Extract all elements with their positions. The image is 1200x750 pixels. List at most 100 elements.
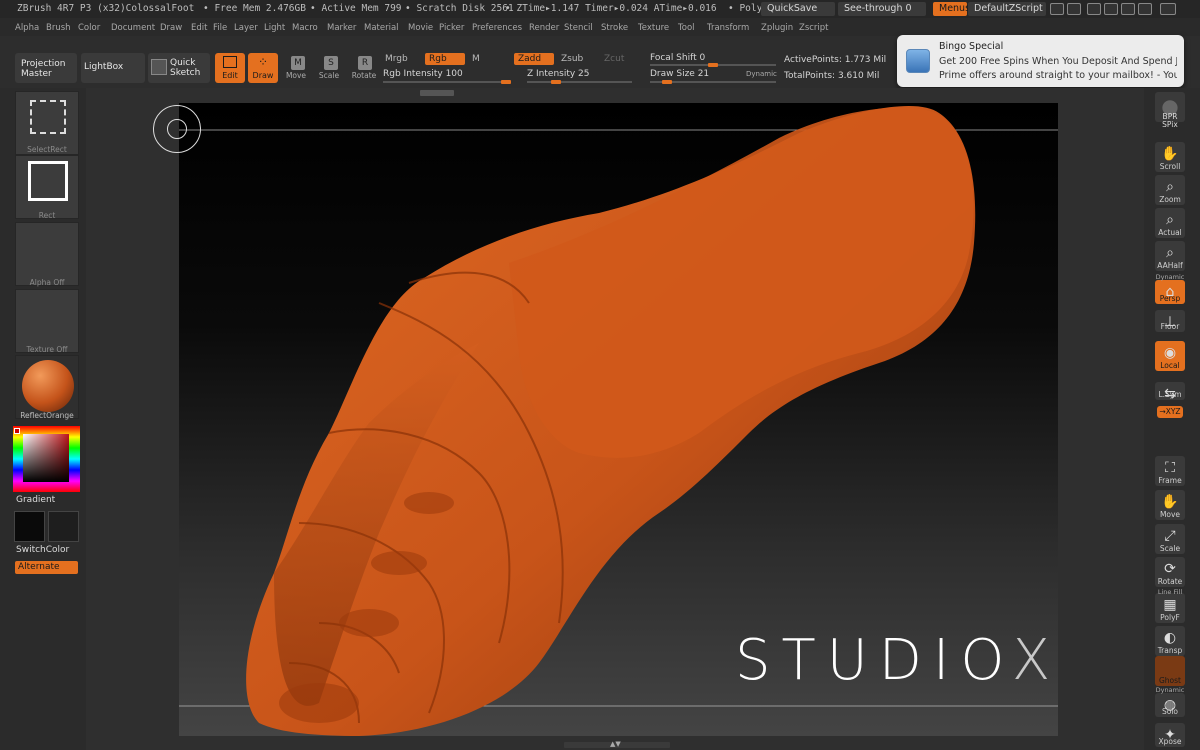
menu-preferences[interactable]: Preferences — [472, 23, 522, 33]
menus-button[interactable]: Menus — [933, 2, 970, 16]
move-button[interactable]: M Move — [282, 53, 310, 83]
quick-sketch-button[interactable]: Quick Sketch — [148, 53, 210, 83]
window-icon[interactable] — [1087, 3, 1101, 15]
menu-light[interactable]: Light — [264, 23, 285, 33]
zcut-toggle[interactable]: Zcut — [600, 53, 628, 65]
see-through-slider[interactable]: See-through 0 — [838, 2, 926, 16]
secondary-color-swatch[interactable] — [48, 511, 79, 542]
menu-zplugin[interactable]: Zplugin — [761, 23, 793, 33]
switchcolor-button[interactable]: SwitchColor — [16, 545, 69, 555]
timer-readout: • ZTime▸1.147 Timer▸0.024 ATime▸0.016 — [505, 3, 717, 14]
rect-stroke[interactable] — [15, 155, 79, 219]
canvas[interactable]: STUDIOX — [179, 103, 1058, 736]
menu-stroke[interactable]: Stroke — [601, 23, 628, 33]
zsub-toggle[interactable]: Zsub — [557, 53, 587, 65]
lsym-label: L.Sym — [1158, 390, 1182, 399]
menu-stencil[interactable]: Stencil — [564, 23, 593, 33]
main-color-swatch[interactable] — [14, 511, 45, 542]
notification-line-1: Get 200 Free Spins When You Deposit And … — [939, 56, 1177, 67]
focal-shift-knob[interactable] — [708, 63, 718, 67]
actual-label: Actual — [1158, 228, 1182, 237]
left-shelf: SelectRect Rect Alpha Off Texture Off Re… — [0, 88, 86, 750]
rotate-label: Rotate — [1157, 577, 1183, 586]
document-viewport[interactable]: STUDIOX ▲▼ — [86, 88, 1144, 750]
material-picker[interactable] — [15, 355, 79, 419]
rect-label: Rect — [38, 211, 56, 220]
edit-button[interactable]: Edit — [215, 53, 245, 83]
draw-size-knob[interactable] — [662, 80, 672, 84]
menu-tool[interactable]: Tool — [678, 23, 695, 33]
arrows-icon-2[interactable] — [1067, 3, 1081, 15]
scroll-label: Scroll — [1159, 162, 1181, 171]
rgb-toggle[interactable]: Rgb — [425, 53, 465, 65]
scroll-handle[interactable] — [420, 90, 454, 96]
material-label: ReflectOrange — [20, 411, 74, 420]
focal-shift-slider[interactable] — [650, 63, 776, 67]
alpha-picker[interactable] — [15, 222, 79, 286]
sketch-icon — [151, 59, 167, 75]
zbrush-window: ZBrush 4R7 P3 (x32)ColossalFoot • Free M… — [0, 0, 1200, 750]
texture-off-label: Texture Off — [26, 345, 68, 354]
hand-icon: ✋ — [1161, 494, 1179, 510]
rgb-intensity-knob[interactable] — [501, 80, 511, 84]
menu-layer[interactable]: Layer — [234, 23, 258, 33]
lightbox-button[interactable]: LightBox — [81, 53, 145, 83]
texture-picker[interactable] — [15, 289, 79, 353]
color-picker[interactable] — [13, 426, 80, 492]
scale-icon: ⤢ — [1164, 528, 1176, 544]
z-intensity-knob[interactable] — [551, 80, 561, 84]
m-toggle[interactable]: M — [468, 53, 484, 65]
transp-icon: ◐ — [1163, 630, 1177, 646]
alpha-off-label: Alpha Off — [29, 278, 65, 287]
menu-zscript[interactable]: Zscript — [799, 23, 829, 33]
navigation-ring[interactable] — [153, 105, 201, 153]
window-icon-3[interactable] — [1121, 3, 1135, 15]
watermark-studio: STUDIO — [735, 628, 1012, 693]
dynamic-toggle[interactable]: Dynamic — [746, 70, 777, 78]
focal-shift-label: Focal Shift 0 — [650, 53, 706, 63]
arrows-icon[interactable] — [1050, 3, 1064, 15]
menu-file[interactable]: File — [213, 23, 227, 33]
window-icon-2[interactable] — [1104, 3, 1118, 15]
menu-alpha[interactable]: Alpha — [15, 23, 39, 33]
poly-readout: • Poly — [728, 3, 763, 14]
color-square[interactable] — [23, 434, 69, 482]
menu-color[interactable]: Color — [78, 23, 100, 33]
draw-size-slider[interactable] — [650, 80, 776, 84]
scale-label: Scale — [318, 71, 340, 80]
z-intensity-slider[interactable] — [527, 80, 632, 84]
total-points: TotalPoints: 3.610 Mil — [784, 71, 880, 81]
menu-transform[interactable]: Transform — [707, 23, 749, 33]
quicksave-button[interactable]: QuickSave — [761, 2, 835, 16]
menu-draw[interactable]: Draw — [160, 23, 182, 33]
magnifier-icon: ⌕ — [1166, 212, 1174, 228]
alternate-button[interactable]: Alternate — [15, 561, 78, 574]
menu-render[interactable]: Render — [529, 23, 559, 33]
projection-master-button[interactable]: Projection Master — [15, 53, 77, 83]
gradient-label[interactable]: Gradient — [16, 495, 55, 505]
menu-texture[interactable]: Texture — [638, 23, 669, 33]
zadd-toggle[interactable]: Zadd — [514, 53, 554, 65]
bottom-scroll-handle[interactable]: ▲▼ — [564, 740, 670, 748]
window-icon-4[interactable] — [1138, 3, 1152, 15]
move-label: Move — [1159, 510, 1181, 519]
menu-picker[interactable]: Picker — [439, 23, 464, 33]
menu-brush[interactable]: Brush — [46, 23, 71, 33]
notification-banner[interactable]: Bingo Special Get 200 Free Spins When Yo… — [897, 35, 1184, 87]
menu-document[interactable]: Document — [111, 23, 155, 33]
menu-macro[interactable]: Macro — [292, 23, 318, 33]
select-rect-icon — [30, 100, 66, 134]
scale-button[interactable]: S Scale — [315, 53, 343, 83]
draw-button[interactable]: ⁘ Draw — [248, 53, 278, 83]
rgb-intensity-slider[interactable] — [383, 80, 511, 84]
lock-icon[interactable] — [1160, 3, 1176, 15]
dynamic-solo-label: Dynamic — [1155, 686, 1185, 694]
right-shelf: ● BPR SPix ✋ Scroll ⌕ Zoom ⌕ Actual ⌕ AAHalf ⌂ Persp… — [1144, 88, 1200, 750]
rotate-button[interactable]: R Rotate — [349, 53, 379, 83]
default-zscript-button[interactable]: DefaultZScript — [968, 2, 1046, 16]
menu-marker[interactable]: Marker — [327, 23, 356, 33]
mrgb-toggle[interactable]: Mrgb — [381, 53, 412, 65]
menu-edit[interactable]: Edit — [191, 23, 207, 33]
menu-movie[interactable]: Movie — [408, 23, 433, 33]
menu-material[interactable]: Material — [364, 23, 399, 33]
